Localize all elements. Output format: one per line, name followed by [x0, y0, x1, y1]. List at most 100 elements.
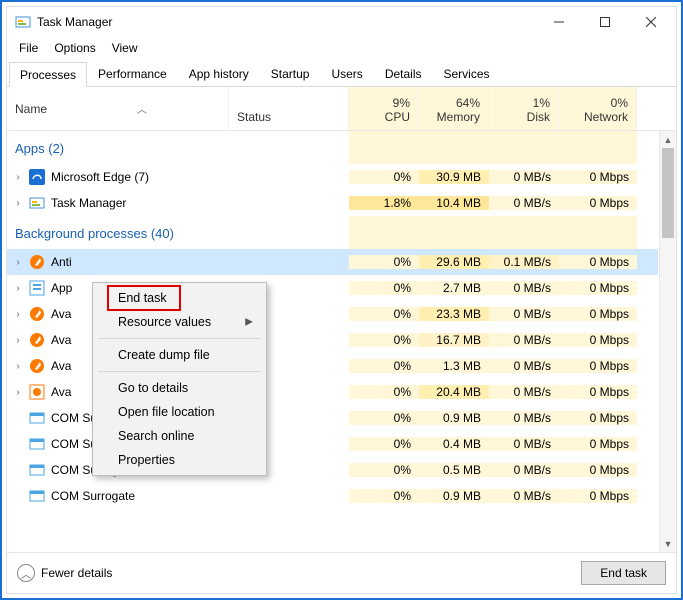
expand-icon[interactable]: ›: [13, 309, 23, 320]
column-name[interactable]: Name ︿: [7, 87, 229, 130]
menubar: File Options View: [7, 37, 676, 61]
cell-memory: 0.4 MB: [419, 437, 489, 451]
menu-item-end-task[interactable]: End task: [96, 286, 263, 310]
tab-performance[interactable]: Performance: [87, 61, 178, 86]
expand-icon[interactable]: ›: [13, 387, 23, 398]
menu-item-properties[interactable]: Properties: [96, 448, 263, 472]
scroll-thumb[interactable]: [662, 148, 674, 238]
column-cpu[interactable]: 9% CPU: [349, 87, 419, 130]
scroll-up-icon[interactable]: ▲: [660, 131, 676, 148]
cell-network: 0 Mbps: [559, 359, 637, 373]
cell-memory: 2.7 MB: [419, 281, 489, 295]
column-status-label: Status: [237, 110, 271, 124]
expand-icon[interactable]: ›: [13, 257, 23, 268]
cell-memory: 0.9 MB: [419, 489, 489, 503]
table-row[interactable]: › Microsoft Edge (7) 0% 30.9 MB 0 MB/s 0…: [7, 164, 658, 190]
cell-memory: 23.3 MB: [419, 307, 489, 321]
process-icon: [29, 280, 45, 296]
cell-cpu: 0%: [349, 411, 419, 425]
process-name: Ava: [51, 359, 71, 373]
cell-network: 0 Mbps: [559, 196, 637, 210]
process-icon: [29, 488, 45, 504]
group-header: Background processes (40): [7, 216, 658, 249]
cell-cpu: 0%: [349, 281, 419, 295]
expand-icon[interactable]: ›: [13, 198, 23, 209]
close-button[interactable]: [628, 7, 674, 37]
cell-network: 0 Mbps: [559, 170, 637, 184]
tab-details[interactable]: Details: [374, 61, 433, 86]
tab-app-history[interactable]: App history: [178, 61, 260, 86]
column-memory[interactable]: 64% Memory: [419, 87, 489, 130]
menu-item-create-dump-file[interactable]: Create dump file: [96, 343, 263, 367]
menu-options[interactable]: Options: [46, 39, 103, 57]
task-manager-window: Task Manager File Options View Processes…: [6, 6, 677, 594]
tab-services[interactable]: Services: [433, 61, 501, 86]
titlebar: Task Manager: [7, 7, 676, 37]
network-percent: 0%: [567, 96, 628, 110]
column-status[interactable]: Status: [229, 87, 349, 130]
expand-icon[interactable]: ›: [13, 172, 23, 183]
cell-network: 0 Mbps: [559, 463, 637, 477]
cell-network: 0 Mbps: [559, 307, 637, 321]
menu-file[interactable]: File: [11, 39, 46, 57]
disk-percent: 1%: [497, 96, 550, 110]
sort-indicator-icon: ︿: [137, 101, 147, 116]
cell-disk: 0 MB/s: [489, 170, 559, 184]
tab-startup[interactable]: Startup: [260, 61, 321, 86]
expand-icon[interactable]: ›: [13, 283, 23, 294]
cell-disk: 0 MB/s: [489, 333, 559, 347]
menu-item-resource-values[interactable]: Resource values▶: [96, 310, 263, 334]
tab-users[interactable]: Users: [320, 61, 373, 86]
column-network[interactable]: 0% Network: [559, 87, 637, 130]
cell-disk: 0 MB/s: [489, 281, 559, 295]
column-disk[interactable]: 1% Disk: [489, 87, 559, 130]
process-name: COM Surrogate: [51, 489, 135, 503]
fewer-details-label: Fewer details: [41, 566, 112, 580]
expand-icon[interactable]: ›: [13, 335, 23, 346]
process-name: Task Manager: [51, 196, 126, 210]
process-icon: [29, 384, 45, 400]
process-name: App: [51, 281, 72, 295]
scroll-down-icon[interactable]: ▼: [660, 535, 676, 552]
column-name-label: Name: [15, 102, 47, 116]
cell-disk: 0 MB/s: [489, 385, 559, 399]
cell-memory: 20.4 MB: [419, 385, 489, 399]
cell-cpu: 0%: [349, 437, 419, 451]
cell-disk: 0 MB/s: [489, 489, 559, 503]
cell-memory: 10.4 MB: [419, 196, 489, 210]
cell-memory: 29.6 MB: [419, 255, 489, 269]
cell-cpu: 0%: [349, 385, 419, 399]
cpu-label: CPU: [357, 110, 410, 124]
cell-memory: 0.5 MB: [419, 463, 489, 477]
cell-network: 0 Mbps: [559, 255, 637, 269]
columns-header: Name ︿ Status 9% CPU 64% Memory 1% Disk …: [7, 87, 676, 131]
menu-item-go-to-details[interactable]: Go to details: [96, 376, 263, 400]
table-row[interactable]: COM Surrogate 0% 0.9 MB 0 MB/s 0 Mbps: [7, 483, 658, 509]
maximize-button[interactable]: [582, 7, 628, 37]
end-task-button[interactable]: End task: [581, 561, 666, 585]
table-row[interactable]: › Task Manager 1.8% 10.4 MB 0 MB/s 0 Mbp…: [7, 190, 658, 216]
menu-separator: [98, 338, 261, 339]
cell-disk: 0 MB/s: [489, 411, 559, 425]
table-row[interactable]: › Anti 0% 29.6 MB 0.1 MB/s 0 Mbps: [7, 249, 658, 275]
process-icon: [29, 462, 45, 478]
expand-icon[interactable]: ›: [13, 361, 23, 372]
context-menu: End taskResource values▶ Create dump file…: [92, 282, 267, 476]
process-name: Anti: [51, 255, 72, 269]
scrollbar[interactable]: ▲ ▼: [659, 131, 676, 552]
cell-cpu: 0%: [349, 463, 419, 477]
tab-processes[interactable]: Processes: [9, 62, 87, 87]
cell-network: 0 Mbps: [559, 489, 637, 503]
cell-memory: 1.3 MB: [419, 359, 489, 373]
menu-item-open-file-location[interactable]: Open file location: [96, 400, 263, 424]
fewer-details-button[interactable]: ︿ Fewer details: [17, 564, 112, 582]
menu-view[interactable]: View: [104, 39, 146, 57]
cell-network: 0 Mbps: [559, 437, 637, 451]
minimize-button[interactable]: [536, 7, 582, 37]
cell-disk: 0 MB/s: [489, 196, 559, 210]
menu-item-search-online[interactable]: Search online: [96, 424, 263, 448]
process-icon: [29, 306, 45, 322]
submenu-arrow-icon: ▶: [245, 317, 253, 328]
cell-memory: 0.9 MB: [419, 411, 489, 425]
process-name: Ava: [51, 385, 71, 399]
